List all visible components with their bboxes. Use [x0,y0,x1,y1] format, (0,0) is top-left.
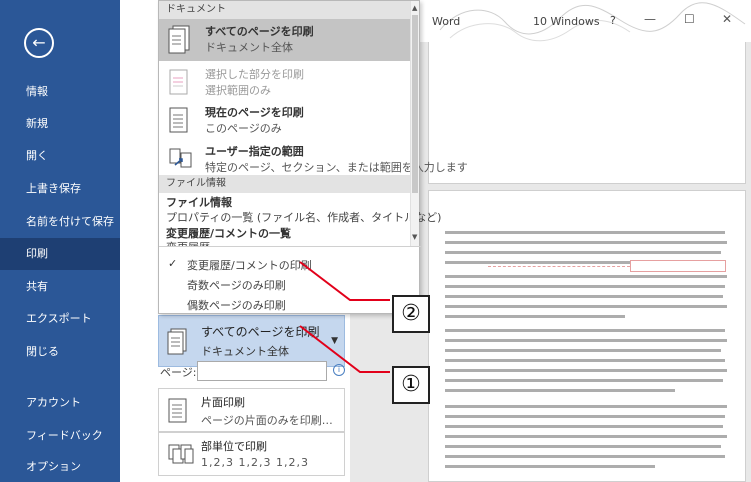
nav-item-new[interactable]: 新規 [0,108,120,140]
comment-connector [488,266,630,267]
print-sides-subtitle: ページの片面のみを印刷… [201,414,333,427]
text-line [445,305,727,308]
print-sides-dropdown[interactable]: 片面印刷 ページの片面のみを印刷… [158,388,345,432]
pages-input[interactable] [197,361,327,381]
nav-item-save-as[interactable]: 名前を付けて保存 [0,206,120,238]
menu-item-title: ユーザー指定の範囲 [205,145,304,158]
print-range-subtitle: ドキュメント全体 [201,345,289,358]
text-line [445,275,727,278]
text-line [445,241,727,244]
menu-item-title: すべてのページを印刷 [205,25,314,38]
text-line [445,285,725,288]
print-range-title: すべてのページを印刷 [201,325,320,339]
nav-item-account[interactable]: アカウント [0,387,120,419]
text-line [445,369,727,372]
nav-item-feedback[interactable]: フィードバック [0,420,120,452]
preview-page-previous [428,42,746,184]
menu-item-print-current[interactable]: 現在のページを印刷 このページのみ [159,100,411,140]
option-print-odd-pages[interactable]: 奇数ページのみ印刷 [187,277,286,293]
document-stack-icon [167,328,187,355]
minimize-button[interactable]: — [644,12,656,26]
menu-divider [159,246,421,247]
selection-page-icon [169,69,188,95]
nav-item-share[interactable]: 共有 [0,271,120,303]
text-line [445,415,725,418]
collate-dropdown[interactable]: 部単位で印刷 1,2,3 1,2,3 1,2,3 [158,432,345,476]
print-range-menu: ドキュメント すべてのページを印刷 ドキュメント全体 選択した部分を印刷 選択範… [158,0,468,314]
menu-item-print-selection[interactable]: 選択した部分を印刷 選択範囲のみ [159,62,411,100]
text-line [445,251,721,254]
chevron-down-icon: ▼ [331,336,338,346]
one-sided-page-icon [168,398,187,423]
menu-item-custom-range[interactable]: ユーザー指定の範囲 特定のページ、セクション、または範囲を入力します [159,139,468,174]
checkmark-icon: ✓ [168,257,178,270]
user-name: 10 Windows [533,15,600,28]
help-button[interactable]: ? [610,14,616,27]
text-line [445,329,725,332]
collated-pages-icon [168,444,194,464]
preview-page [428,190,746,482]
scroll-up-arrow-icon[interactable]: ▲ [412,4,417,12]
section-header-file-info: ファイル情報 [159,175,411,193]
pages-label: ページ: [160,366,197,379]
callout-one: ① [392,366,430,404]
text-line [445,231,725,234]
text-line [445,465,655,468]
text-line [445,315,625,318]
section-header-document: ドキュメント [159,1,411,19]
text-line [445,445,721,448]
menu-item-subtitle: このページのみ [205,122,282,135]
text-line [445,349,721,352]
close-button[interactable]: ✕ [722,12,732,26]
info-icon[interactable]: i [333,364,345,376]
option-print-even-pages[interactable]: 偶数ページのみ印刷 [187,297,286,313]
text-line [445,379,723,382]
collate-subtitle: 1,2,3 1,2,3 1,2,3 [201,456,309,469]
menu-item-subtitle: 選択範囲のみ [205,84,271,97]
callout-two: ② [392,295,430,333]
text-line [445,455,725,458]
nav-item-open[interactable]: 開く [0,140,120,172]
nav-item-save[interactable]: 上書き保存 [0,173,120,205]
print-range-dropdown[interactable]: すべてのページを印刷 ドキュメント全体 ▼ [158,315,345,367]
text-line [445,295,723,298]
nav-item-print[interactable]: 印刷 [0,238,120,270]
text-line [445,405,727,408]
text-line [445,389,675,392]
menu-item-title: 現在のページを印刷 [205,106,304,119]
single-page-icon [169,107,188,133]
nav-item-info[interactable]: 情報 [0,76,120,108]
menu-scrollbar[interactable]: ▲ ▼ [410,1,419,246]
menu-item-subtitle: ドキュメント全体 [205,41,293,54]
menu-item-file-info-sub: プロパティの一覧 (ファイル名、作成者、タイトルなど) [166,211,442,224]
nav-item-export[interactable]: エクスポート [0,303,120,335]
text-line [445,359,725,362]
nav-item-options[interactable]: オプション [0,451,120,482]
scroll-thumb[interactable] [412,15,418,193]
comment-balloon [630,260,726,272]
text-line [445,425,723,428]
document-stack-icon [168,25,190,54]
text-line [445,339,727,342]
menu-item-file-info[interactable]: ファイル情報 [166,194,232,210]
maximize-button[interactable]: ☐ [684,12,695,26]
backstage-sidebar: ← 情報 新規 開く 上書き保存 名前を付けて保存 印刷 共有 エクスポート 閉… [0,0,120,482]
text-line [445,261,645,264]
option-print-markup[interactable]: 変更履歴/コメントの印刷 [187,257,312,273]
custom-range-pages-icon [169,148,192,168]
menu-item-subtitle: 特定のページ、セクション、または範囲を入力します [205,161,468,174]
app-title: Word [432,15,461,28]
scroll-down-arrow-icon[interactable]: ▼ [412,233,417,241]
print-sides-title: 片面印刷 [201,396,245,409]
text-line [445,435,727,438]
nav-item-close[interactable]: 閉じる [0,336,120,368]
menu-item-print-all[interactable]: すべてのページを印刷 ドキュメント全体 [159,19,411,61]
menu-item-title: 選択した部分を印刷 [205,68,304,81]
collate-title: 部単位で印刷 [201,440,267,453]
back-arrow-icon[interactable]: ← [24,28,54,58]
